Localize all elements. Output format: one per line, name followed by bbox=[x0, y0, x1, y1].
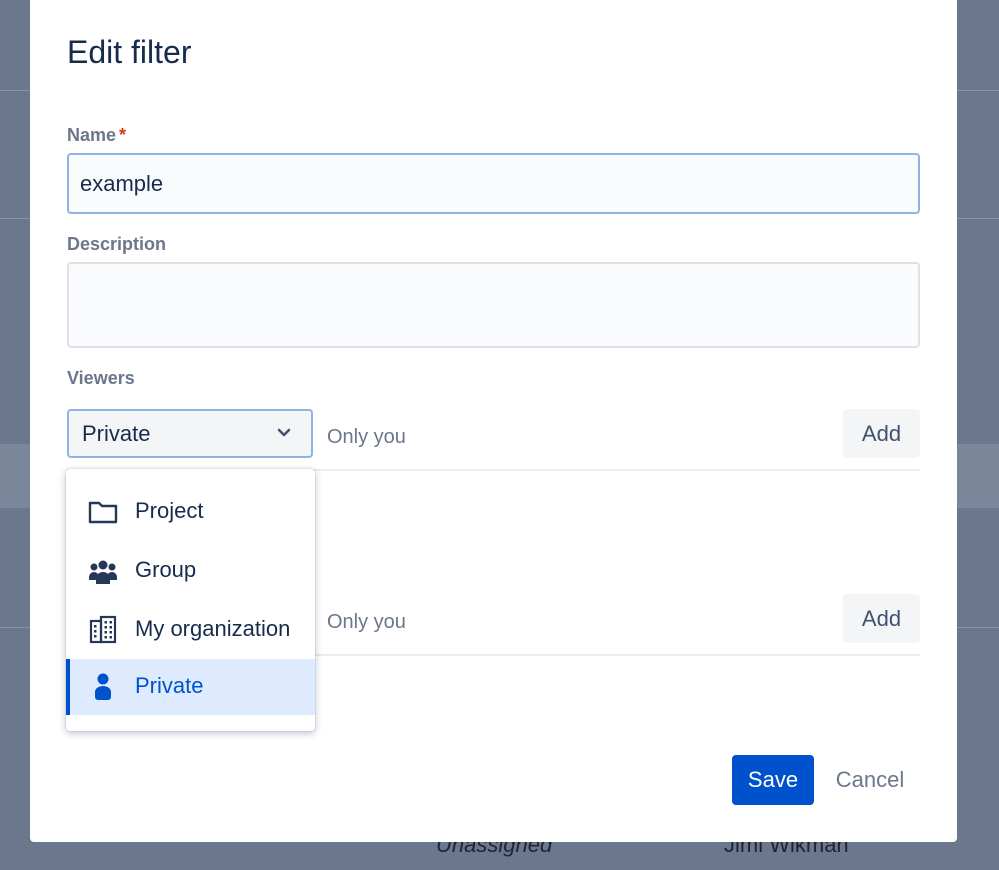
editors-hint: Only you bbox=[327, 611, 406, 634]
viewers-label: Viewers bbox=[67, 368, 135, 389]
save-button[interactable]: Save bbox=[732, 755, 814, 805]
edit-filter-dialog: Edit filter Name* example Description Vi… bbox=[30, 0, 957, 842]
viewers-add-button[interactable]: Add bbox=[843, 409, 920, 458]
menu-option-my-organization[interactable]: My organization bbox=[66, 602, 315, 658]
menu-option-group[interactable]: Group bbox=[66, 543, 315, 599]
required-indicator: * bbox=[119, 125, 126, 145]
dialog-title: Edit filter bbox=[67, 34, 191, 71]
viewers-select-value: Private bbox=[82, 421, 150, 446]
menu-option-private[interactable]: Private bbox=[66, 659, 315, 715]
menu-option-label: Group bbox=[135, 557, 196, 583]
viewers-hint: Only you bbox=[327, 426, 406, 449]
viewers-type-select[interactable]: Private bbox=[67, 409, 313, 458]
chevron-down-icon bbox=[277, 428, 291, 438]
name-label: Name* bbox=[67, 125, 126, 146]
group-icon bbox=[87, 555, 119, 587]
cancel-button[interactable]: Cancel bbox=[832, 755, 908, 805]
menu-option-label: Private bbox=[135, 673, 203, 699]
folder-icon bbox=[87, 496, 119, 528]
name-input[interactable]: example bbox=[67, 153, 920, 214]
menu-option-label: My organization bbox=[135, 616, 290, 642]
name-label-text: Name bbox=[67, 125, 116, 145]
editors-add-button[interactable]: Add bbox=[843, 594, 920, 643]
menu-option-label: Project bbox=[135, 498, 203, 524]
name-input-value: example bbox=[80, 171, 163, 196]
description-textarea[interactable] bbox=[67, 262, 920, 348]
viewers-dropdown-menu: Project Group bbox=[66, 469, 315, 731]
person-icon bbox=[87, 671, 119, 703]
description-label: Description bbox=[67, 234, 166, 255]
menu-option-project[interactable]: Project bbox=[66, 484, 315, 540]
office-building-icon bbox=[87, 614, 119, 646]
